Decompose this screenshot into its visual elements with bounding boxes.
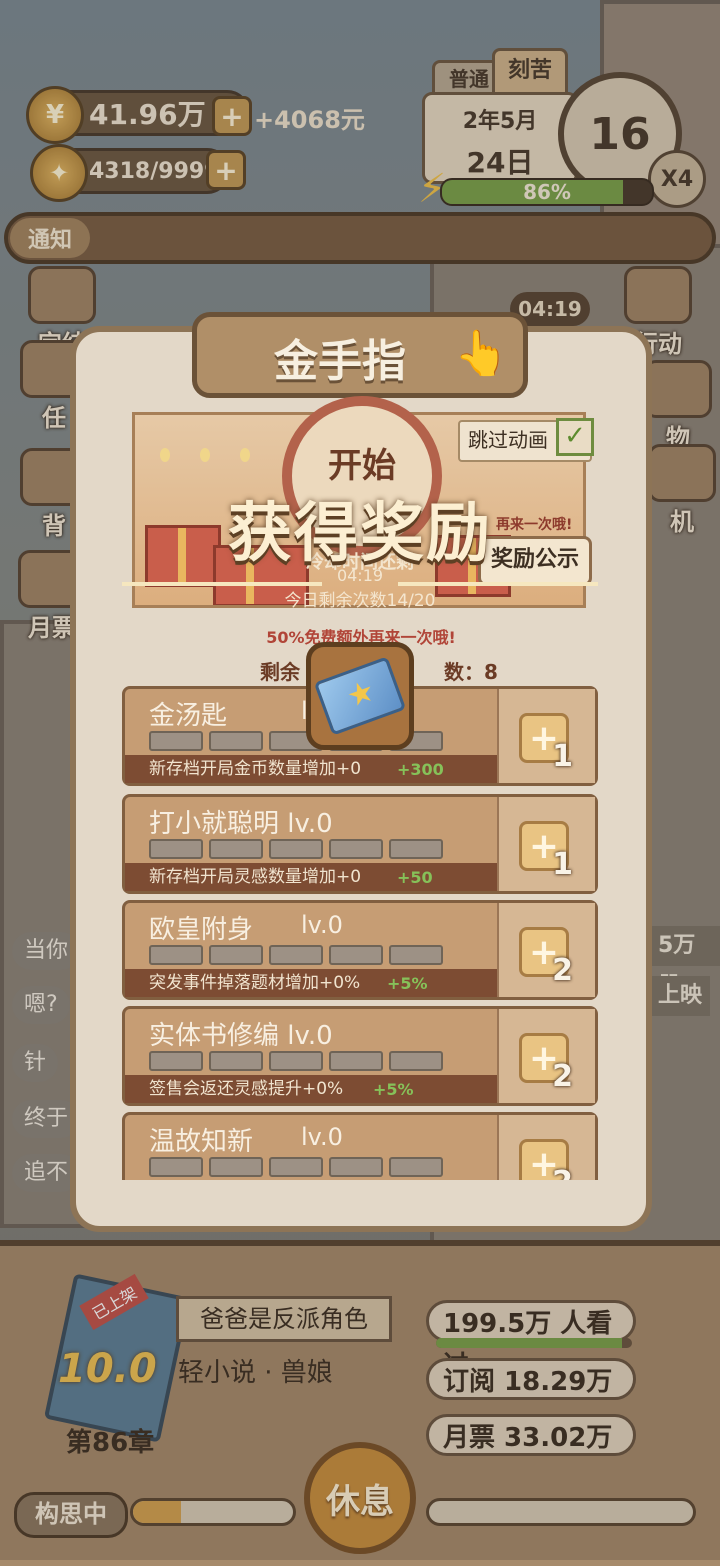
modal-title: 金手指	[274, 336, 406, 387]
talent-level-bars	[149, 839, 443, 859]
talent-description: 签售会返还灵感提升+0%	[149, 1079, 344, 1099]
upgrade-cost: 2	[552, 953, 573, 988]
talent-description: 突发事件掉落题材增加+0%	[149, 973, 361, 993]
talent-description: 新存档开局灵感数量增加+0	[149, 867, 362, 887]
points-value: 数：8	[444, 660, 498, 684]
reward-item-slot[interactable]: ★	[306, 642, 414, 750]
talent-gain: +50	[397, 868, 433, 887]
talent-name: 金汤匙	[149, 701, 228, 731]
reward-divider-right	[398, 582, 598, 586]
points-label: 剩余	[260, 660, 300, 684]
talent-gain: +5%	[387, 974, 428, 993]
talent-level: lv.0	[301, 1123, 343, 1151]
talent-list[interactable]: 金汤匙 l 新存档开局金币数量增加+0 +300 + 1 打小就聪明 lv.0 …	[120, 686, 602, 1180]
talent-card: 欧皇附身 lv.0 突发事件掉落题材增加+0% +5% + 2	[122, 900, 598, 1000]
remaining-draws: 今日剩余次数14/20	[284, 591, 436, 611]
pointing-hand-icon: 👆	[454, 328, 509, 379]
checkmark-icon[interactable]: ✓	[556, 418, 594, 456]
talent-name: 打小就聪明 lv.0	[149, 809, 333, 839]
divider	[497, 903, 499, 997]
upgrade-cost: 2	[552, 1059, 573, 1094]
talent-name: 欧皇附身	[149, 915, 254, 945]
divider	[497, 1009, 499, 1103]
light-bulb-decor	[200, 448, 210, 462]
light-bulb-decor	[240, 448, 250, 462]
reward-title: 获得奖励	[228, 497, 492, 571]
talent-level-bars	[149, 1157, 443, 1177]
divider	[497, 689, 499, 783]
light-bulb-decor	[160, 448, 170, 462]
talent-gain: +5%	[373, 1080, 414, 1099]
talent-level-bars	[149, 945, 443, 965]
skip-animation-label: 跳过动画	[468, 428, 548, 452]
talent-card: 打小就聪明 lv.0 新存档开局灵感数量增加+0 +50 + 1	[122, 794, 598, 894]
divider	[497, 797, 499, 891]
star-ticket-icon: ★	[313, 656, 407, 736]
divider	[497, 1115, 499, 1180]
talent-card: 温故知新 lv.0 + 2	[122, 1112, 598, 1180]
talent-gain: +300	[397, 760, 444, 779]
talent-level: lv.0	[301, 911, 343, 939]
start-label[interactable]: 开始	[282, 438, 442, 487]
reward-divider-left	[122, 582, 322, 586]
upgrade-cost: 2	[552, 1165, 573, 1180]
talent-name: 温故知新	[149, 1127, 254, 1157]
talent-card: 实体书修编 lv.0 签售会返还灵感提升+0% +5% + 2	[122, 1006, 598, 1106]
talent-description: 新存档开局金币数量增加+0	[149, 759, 362, 779]
talent-level-bars	[149, 1051, 443, 1071]
upgrade-cost: 1	[552, 739, 573, 774]
upgrade-cost: 1	[552, 847, 573, 882]
modal-title-plate: 金手指 👆	[192, 312, 528, 398]
talent-name: 实体书修编 lv.0	[149, 1021, 333, 1051]
